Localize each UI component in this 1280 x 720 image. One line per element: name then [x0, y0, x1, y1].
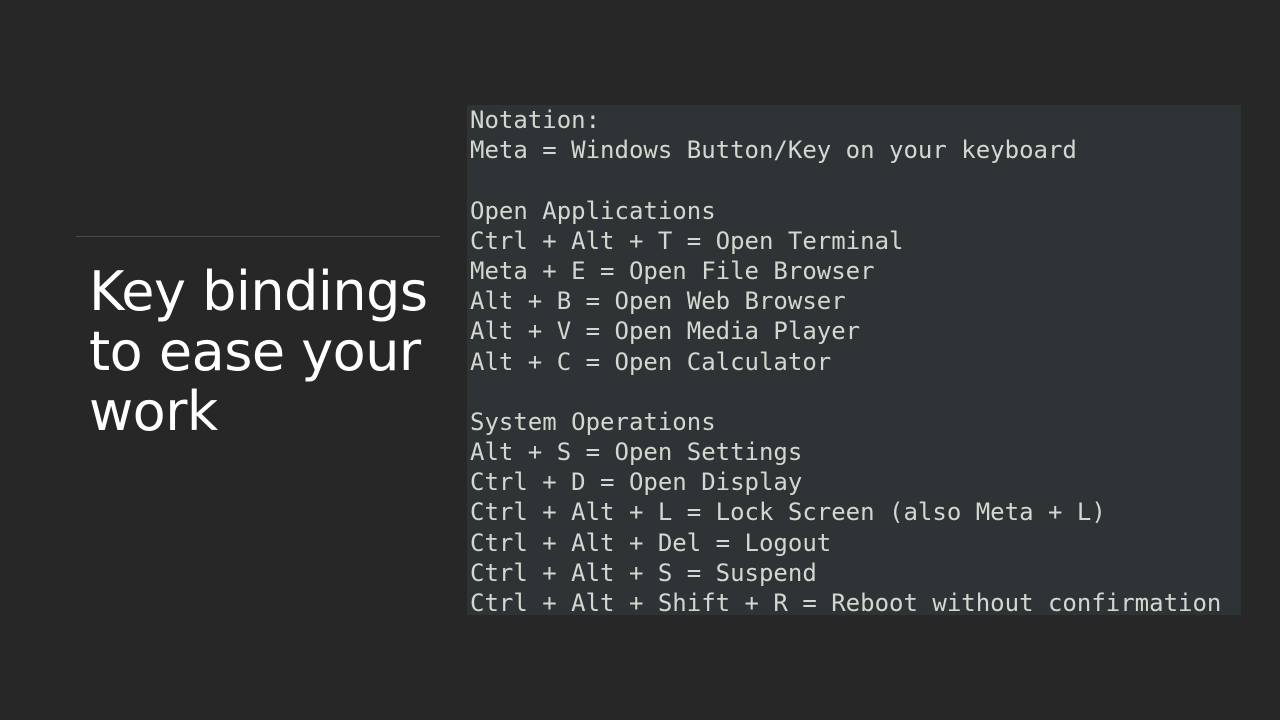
code-line-notation-heading: Notation:: [470, 106, 601, 134]
code-line-reboot: Ctrl + Alt + Shift + R = Reboot without …: [470, 589, 1222, 615]
code-line-open-file-browser: Meta + E = Open File Browser: [470, 256, 875, 285]
code-line-system-operations-heading: System Operations: [470, 407, 716, 436]
slide-title-line-1: Key bindings: [89, 260, 428, 323]
code-line-open-calculator: Alt + C = Open Calculator: [470, 347, 832, 376]
code-line-open-applications-heading: Open Applications: [470, 196, 716, 225]
code-line-lock-screen: Ctrl + Alt + L = Lock Screen (also Meta …: [470, 498, 1106, 527]
code-line-open-settings: Alt + S = Open Settings: [470, 438, 803, 467]
code-line-logout: Ctrl + Alt + Del = Logout: [470, 528, 832, 557]
code-line-meta-definition: Meta = Windows Button/Key on your keyboa…: [470, 136, 1077, 165]
code-line-suspend: Ctrl + Alt + S = Suspend: [470, 558, 817, 587]
code-line-open-web-browser: Alt + B = Open Web Browser: [470, 287, 846, 316]
slide-title-line-3: work: [89, 380, 218, 443]
code-panel: Notation: Meta = Windows Button/Key on yo…: [467, 105, 1241, 615]
code-line-open-display: Ctrl + D = Open Display: [470, 468, 803, 497]
slide-title-line-2: to ease your: [89, 320, 421, 383]
code-block: Notation: Meta = Windows Button/Key on yo…: [470, 105, 1221, 615]
slide-title: Key bindings to ease your work: [89, 262, 469, 442]
slide: Key bindings to ease your work Notation:…: [0, 0, 1280, 720]
title-divider: [76, 236, 440, 237]
code-line-open-media-player: Alt + V = Open Media Player: [470, 317, 861, 346]
code-line-open-terminal: Ctrl + Alt + T = Open Terminal: [470, 226, 904, 255]
